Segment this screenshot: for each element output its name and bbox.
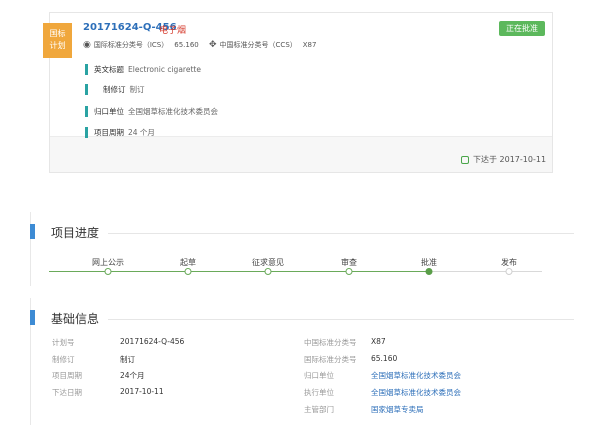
info-row-revision: 制修订 制订 [85, 84, 145, 95]
field-label: 国际标准分类号 [304, 355, 357, 364]
section-divider [108, 319, 574, 320]
info-row-responsible-unit: 归口单位 全国烟草标准化技术委员会 [85, 106, 218, 117]
row-marker [85, 106, 88, 117]
field-label: 项目周期 [52, 371, 82, 380]
issued-date: 下达于 2017-10-11 [461, 154, 546, 165]
ccs-label: 中国标准分类号（CCS） [219, 41, 297, 49]
row-label: 制修订 [103, 85, 126, 94]
section-divider [108, 233, 574, 234]
step-label: 征求意见 [252, 258, 284, 267]
globe-icon: ◉ [83, 40, 91, 50]
ccs-meta: ✥ 中国标准分类号（CCS） X87 [209, 40, 316, 50]
step-dot-current [425, 268, 433, 275]
authority-link[interactable]: 国家烟草专卖局 [371, 404, 424, 415]
ics-value: 65.160 [174, 41, 199, 49]
field-value: 2017-10-11 [120, 387, 164, 396]
plan-badge-line-1: 国标 [49, 29, 66, 38]
progress-section-title: 项目进度 [51, 226, 100, 240]
field-value: 制订 [120, 355, 135, 364]
field-label: 中国标准分类号 [304, 338, 357, 347]
field-value: 24个月 [120, 371, 145, 380]
row-marker [85, 84, 88, 95]
calendar-icon [461, 155, 469, 164]
field-label: 主管部门 [304, 405, 334, 414]
executing-unit-link[interactable]: 全国烟草标准化技术委员会 [371, 387, 461, 398]
row-marker [85, 127, 88, 138]
row-label: 项目周期 [94, 128, 124, 137]
step-dot-pending [505, 268, 513, 275]
status-badge: 正在批准 [499, 21, 545, 36]
standard-name: 电子烟 [159, 26, 187, 36]
ics-label: 国际标准分类号（ICS） [93, 41, 169, 49]
info-row-english-title: 英文标题 Electronic cigarette [85, 64, 201, 75]
section-marker [30, 310, 35, 325]
step-label: 发布 [501, 258, 517, 267]
field-label: 制修订 [52, 355, 75, 364]
field-value: 20171624-Q-456 [120, 337, 185, 346]
field-value: X87 [371, 337, 386, 346]
row-label: 归口单位 [94, 107, 124, 116]
progress-track-pending [430, 271, 542, 272]
info-row-cycle: 项目周期 24 个月 [85, 127, 155, 138]
row-value: 制订 [129, 85, 145, 94]
step-dot-done [104, 268, 112, 275]
row-value: 24 个月 [128, 128, 155, 137]
basic-info-section-title: 基础信息 [51, 312, 100, 326]
row-label: 英文标题 [94, 65, 124, 74]
field-label: 下达日期 [52, 388, 82, 397]
row-value: 全国烟草标准化技术委员会 [128, 107, 218, 116]
field-label: 执行单位 [304, 388, 334, 397]
step-dot-done [345, 268, 353, 275]
plan-type-badge: 国标 计划 [43, 23, 72, 58]
plan-badge-line-2: 计划 [49, 41, 66, 50]
step-dot-done [184, 268, 192, 275]
step-dot-done [264, 268, 272, 275]
field-label: 计划号 [52, 338, 75, 347]
responsible-unit-link[interactable]: 全国烟草标准化技术委员会 [371, 370, 461, 381]
cross-arrows-icon: ✥ [209, 40, 217, 50]
section-marker [30, 224, 35, 239]
ics-meta: ◉ 国际标准分类号（ICS） 65.160 [83, 40, 199, 50]
step-label: 审查 [341, 258, 357, 267]
field-value: 65.160 [371, 354, 398, 363]
row-marker [85, 64, 88, 75]
step-label: 网上公示 [92, 258, 124, 267]
step-label: 批准 [421, 258, 437, 267]
field-label: 归口单位 [304, 371, 334, 380]
row-value: Electronic cigarette [128, 65, 201, 74]
issued-text: 下达于 2017-10-11 [473, 155, 547, 164]
ccs-value: X87 [302, 41, 317, 49]
step-label: 起草 [180, 258, 196, 267]
